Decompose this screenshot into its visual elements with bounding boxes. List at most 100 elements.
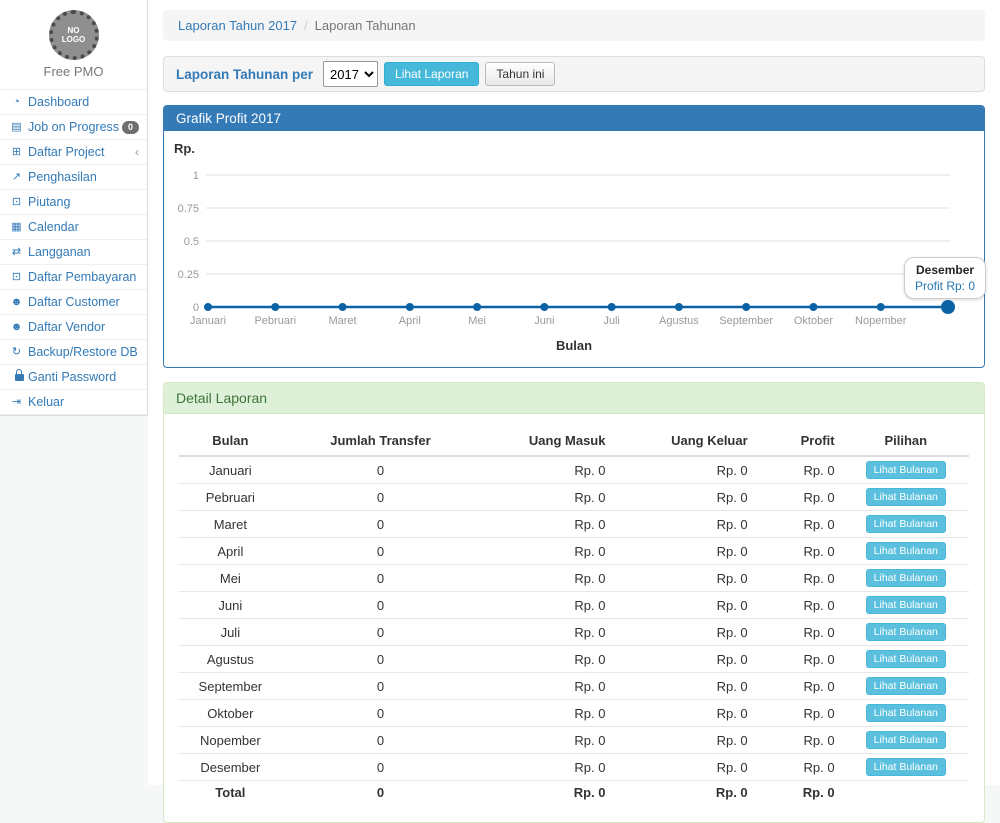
view-month-button[interactable]: Lihat Bulanan — [866, 623, 946, 641]
view-month-button[interactable]: Lihat Bulanan — [866, 650, 946, 668]
uang-keluar-cell: Rp. 0 — [613, 538, 755, 565]
total-uang-keluar: Rp. 0 — [613, 781, 755, 805]
profit-cell: Rp. 0 — [756, 592, 843, 619]
uang-masuk-cell: Rp. 0 — [479, 700, 613, 727]
table-row: Juni0Rp. 0Rp. 0Rp. 0Lihat Bulanan — [179, 592, 969, 619]
view-month-button[interactable]: Lihat Bulanan — [866, 731, 946, 749]
table-row: Mei0Rp. 0Rp. 0Rp. 0Lihat Bulanan — [179, 565, 969, 592]
data-point-maret[interactable] — [339, 303, 347, 311]
data-point-juni[interactable] — [540, 303, 548, 311]
view-month-button[interactable]: Lihat Bulanan — [866, 677, 946, 695]
view-month-button[interactable]: Lihat Bulanan — [866, 515, 946, 533]
transfer-cell: 0 — [282, 673, 480, 700]
uang-keluar-cell: Rp. 0 — [613, 673, 755, 700]
view-month-button[interactable]: Lihat Bulanan — [866, 704, 946, 722]
year-select[interactable]: 2017 — [323, 61, 378, 87]
sidebar-item-daftar-customer[interactable]: ☻Daftar Customer — [0, 290, 147, 315]
sidebar-item-label: Dashboard — [28, 95, 89, 109]
brand: NO LOGO Free PMO — [0, 0, 147, 90]
money-icon: ⊡ — [8, 195, 25, 209]
sidebar-item-ganti-password[interactable]: Ganti Password — [0, 365, 147, 390]
uang-keluar-cell: Rp. 0 — [613, 456, 755, 484]
count-badge: 0 — [122, 121, 139, 134]
total-uang-masuk: Rp. 0 — [479, 781, 613, 805]
data-point-pebruari[interactable] — [271, 303, 279, 311]
sidebar-item-job-on-progress[interactable]: ▤Job on Progress0 — [0, 115, 147, 140]
breadcrumb-separator: / — [304, 18, 308, 33]
transfer-cell: 0 — [282, 456, 480, 484]
chart-x-axis-title: Bulan — [164, 338, 984, 353]
data-point-agustus[interactable] — [675, 303, 683, 311]
x-tick-label: Juli — [603, 315, 620, 327]
table-row: Maret0Rp. 0Rp. 0Rp. 0Lihat Bulanan — [179, 511, 969, 538]
view-month-button[interactable]: Lihat Bulanan — [866, 569, 946, 587]
sidebar-item-daftar-project[interactable]: ⊞Daftar Project‹ — [0, 140, 147, 165]
view-month-button[interactable]: Lihat Bulanan — [866, 461, 946, 479]
month-cell: Desember — [179, 754, 282, 781]
view-report-button[interactable]: Lihat Laporan — [384, 62, 479, 86]
data-point-januari[interactable] — [204, 303, 212, 311]
month-cell: September — [179, 673, 282, 700]
brand-name: Free PMO — [0, 64, 147, 79]
sidebar-item-label: Daftar Customer — [28, 295, 120, 309]
sidebar-item-penghasilan[interactable]: ↗Penghasilan — [0, 165, 147, 190]
uang-masuk-cell: Rp. 0 — [479, 565, 613, 592]
x-tick-label: Oktober — [794, 315, 833, 327]
sidebar-item-dashboard[interactable]: ◔Dashboard — [0, 90, 147, 115]
uang-keluar-cell: Rp. 0 — [613, 484, 755, 511]
uang-masuk-cell: Rp. 0 — [479, 511, 613, 538]
data-point-desember[interactable] — [941, 300, 955, 314]
data-point-nopember[interactable] — [877, 303, 885, 311]
profit-cell: Rp. 0 — [756, 754, 843, 781]
uang-keluar-cell: Rp. 0 — [613, 592, 755, 619]
detail-panel-title: Detail Laporan — [164, 383, 984, 414]
logo: NO LOGO — [49, 10, 99, 60]
breadcrumb-link[interactable]: Laporan Tahun 2017 — [178, 18, 297, 33]
sidebar-item-piutang[interactable]: ⊡Piutang — [0, 190, 147, 215]
detail-report-panel: Detail Laporan BulanJumlah TransferUang … — [163, 382, 985, 823]
sidebar-panel: NO LOGO Free PMO ◔Dashboard▤Job on Progr… — [0, 0, 148, 416]
report-filter-bar: Laporan Tahunan per 2017 Lihat Laporan T… — [163, 56, 985, 92]
sidebar-item-backup-restore-db[interactable]: ↻Backup/Restore DB — [0, 340, 147, 365]
data-point-april[interactable] — [406, 303, 414, 311]
month-cell: Maret — [179, 511, 282, 538]
sidebar-item-keluar[interactable]: ⇥Keluar — [0, 390, 147, 415]
data-point-september[interactable] — [742, 303, 750, 311]
sidebar-item-calendar[interactable]: ▦Calendar — [0, 215, 147, 240]
sidebar-item-label: Piutang — [28, 195, 70, 209]
transfer-cell: 0 — [282, 565, 480, 592]
uang-masuk-cell: Rp. 0 — [479, 727, 613, 754]
column-header-bulan: Bulan — [179, 426, 282, 456]
profit-cell: Rp. 0 — [756, 538, 843, 565]
sidebar: NO LOGO Free PMO ◔Dashboard▤Job on Progr… — [0, 0, 148, 785]
sidebar-menu: ◔Dashboard▤Job on Progress0⊞Daftar Proje… — [0, 90, 147, 415]
sidebar-item-daftar-vendor[interactable]: ☻Daftar Vendor — [0, 315, 147, 340]
profit-cell: Rp. 0 — [756, 565, 843, 592]
view-month-button[interactable]: Lihat Bulanan — [866, 758, 946, 776]
data-point-juli[interactable] — [608, 303, 616, 311]
table-row: Januari0Rp. 0Rp. 0Rp. 0Lihat Bulanan — [179, 456, 969, 484]
view-month-button[interactable]: Lihat Bulanan — [866, 596, 946, 614]
view-month-button[interactable]: Lihat Bulanan — [866, 542, 946, 560]
sidebar-item-daftar-pembayaran[interactable]: ⊡Daftar Pembayaran — [0, 265, 147, 290]
data-point-oktober[interactable] — [809, 303, 817, 311]
chart-panel-title: Grafik Profit 2017 — [164, 106, 984, 131]
this-year-button[interactable]: Tahun ini — [485, 62, 555, 86]
uang-masuk-cell: Rp. 0 — [479, 538, 613, 565]
uang-keluar-cell: Rp. 0 — [613, 511, 755, 538]
profit-cell: Rp. 0 — [756, 727, 843, 754]
chart-y-axis-title: Rp. — [174, 141, 195, 156]
x-tick-label: April — [399, 315, 421, 327]
data-point-mei[interactable] — [473, 303, 481, 311]
chevron-left-icon: ‹ — [135, 145, 139, 159]
profit-cell: Rp. 0 — [756, 700, 843, 727]
table-row: Juli0Rp. 0Rp. 0Rp. 0Lihat Bulanan — [179, 619, 969, 646]
profit-chart-panel: Grafik Profit 2017 Rp. 00.250.50.751Janu… — [163, 105, 985, 368]
tooltip-month: Desember — [915, 263, 975, 277]
transfer-cell: 0 — [282, 592, 480, 619]
sidebar-item-langganan[interactable]: ⇄Langganan — [0, 240, 147, 265]
month-cell: Mei — [179, 565, 282, 592]
retweet-icon: ⇄ — [8, 245, 25, 259]
line-chart-icon: ↗ — [8, 170, 25, 184]
view-month-button[interactable]: Lihat Bulanan — [866, 488, 946, 506]
